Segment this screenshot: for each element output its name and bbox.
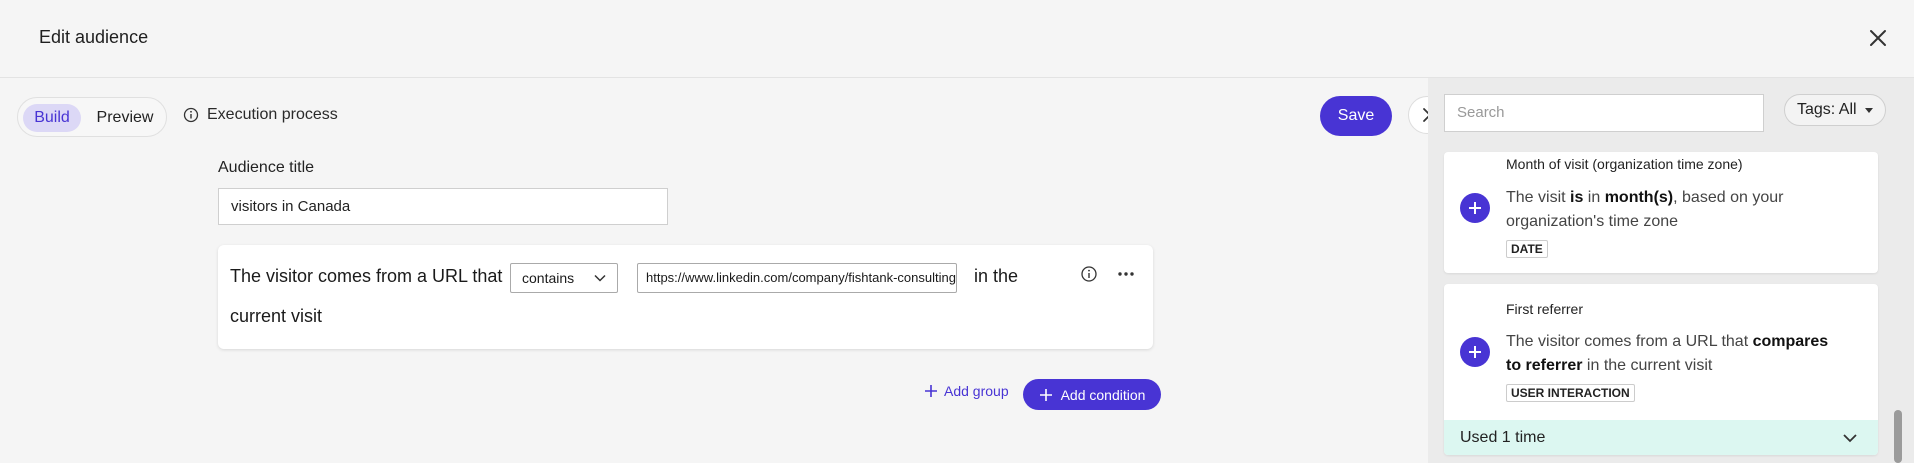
condition-suffix: in the bbox=[974, 266, 1019, 286]
tab-preview[interactable]: Preview bbox=[88, 104, 162, 132]
build-preview-toggle: Build Preview bbox=[17, 97, 167, 137]
usage-label: Used 1 time bbox=[1460, 429, 1546, 446]
tag-badge: DATE bbox=[1506, 240, 1548, 258]
tags-filter-label: Tags: All bbox=[1797, 101, 1857, 118]
card-description: The visit is in month(s), based on your … bbox=[1506, 189, 1784, 230]
tab-build[interactable]: Build bbox=[23, 104, 81, 132]
audience-title-input[interactable]: visitors in Canada bbox=[218, 188, 668, 225]
modal-title: Edit audience bbox=[39, 27, 149, 47]
card-title: Month of visit (organization time zone) bbox=[1506, 156, 1743, 172]
scrollbar-thumb[interactable] bbox=[1894, 410, 1902, 463]
close-icon[interactable] bbox=[1864, 24, 1892, 52]
audience-title-label: Audience title bbox=[218, 159, 315, 176]
add-icon[interactable] bbox=[1460, 337, 1490, 367]
plus-icon bbox=[925, 385, 937, 397]
usage-accordion[interactable]: Used 1 time bbox=[1444, 420, 1878, 455]
more-options-icon[interactable] bbox=[1114, 265, 1138, 283]
add-condition-button[interactable]: Add condition bbox=[1023, 379, 1161, 410]
card-description: The visitor comes from a URL that compar… bbox=[1506, 333, 1829, 374]
add-group-label: Add group bbox=[944, 383, 1009, 399]
info-icon[interactable] bbox=[1080, 265, 1098, 283]
tag-badge: USER INTERACTION bbox=[1506, 384, 1635, 402]
condition-prefix: The visitor comes from a URL that bbox=[230, 266, 503, 286]
operator-value: contains bbox=[522, 270, 575, 286]
card-title: First referrer bbox=[1506, 301, 1583, 317]
info-icon bbox=[183, 107, 199, 123]
url-input[interactable]: https://www.linkedin.com/company/fishtan… bbox=[637, 263, 957, 293]
search-input[interactable]: Search bbox=[1444, 94, 1764, 132]
add-icon[interactable] bbox=[1460, 193, 1490, 223]
condition-template-card: First referrer The visitor comes from a … bbox=[1444, 284, 1878, 455]
operator-select[interactable]: contains bbox=[510, 263, 618, 293]
add-group-button[interactable]: Add group bbox=[924, 383, 1009, 399]
condition-card: The visitor comes from a URL that contai… bbox=[218, 245, 1153, 349]
chevron-down-icon bbox=[594, 274, 606, 282]
caret-down-icon bbox=[1865, 108, 1873, 113]
tags-filter-button[interactable]: Tags: All bbox=[1784, 94, 1886, 126]
modal-header: Edit audience bbox=[0, 0, 1914, 78]
chevron-down-icon bbox=[1843, 434, 1857, 443]
execution-process-link[interactable]: Execution process bbox=[183, 106, 338, 124]
condition-template-card: Month of visit (organization time zone) … bbox=[1444, 152, 1878, 273]
execution-process-label: Execution process bbox=[207, 106, 338, 123]
save-button[interactable]: Save bbox=[1320, 96, 1392, 136]
add-condition-label: Add condition bbox=[1060, 386, 1146, 403]
condition-suffix-2: current visit bbox=[230, 306, 323, 326]
plus-icon bbox=[1039, 388, 1052, 401]
